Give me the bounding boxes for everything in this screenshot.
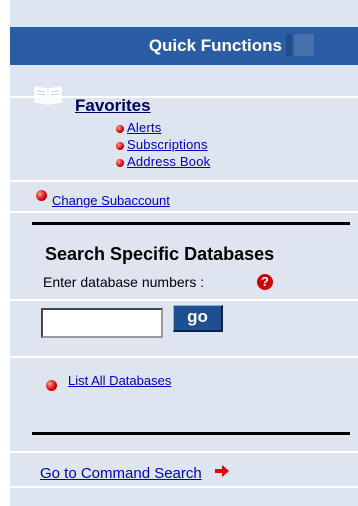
panel-top-strip (10, 0, 358, 26)
favorites-link[interactable]: Favorites (75, 96, 151, 116)
quick-functions-header: Quick Functions (10, 27, 358, 65)
section-divider (10, 211, 358, 213)
section-divider (10, 299, 358, 301)
red-bullet-icon (116, 125, 124, 133)
header-title: Quick Functions (148, 36, 282, 55)
subscriptions-link[interactable]: Subscriptions (127, 137, 208, 152)
question-mark-icon[interactable]: ? (257, 274, 273, 290)
red-arrow-right-icon (215, 465, 229, 477)
address-book-link[interactable]: Address Book (127, 154, 210, 169)
red-bullet-icon (46, 380, 57, 391)
red-bullet-icon (36, 190, 47, 201)
list-all-databases-link[interactable]: List All Databases (68, 373, 171, 388)
section-divider (10, 451, 358, 453)
change-subaccount-link[interactable]: Change Subaccount (52, 193, 170, 208)
red-bullet-icon (116, 159, 124, 167)
header-divider (286, 34, 292, 56)
search-databases-heading: Search Specific Databases (45, 244, 275, 264)
open-book-icon (34, 86, 62, 105)
header-square-icon (294, 34, 314, 56)
section-divider (10, 96, 358, 98)
database-numbers-input[interactable] (41, 308, 163, 338)
section-divider (10, 356, 358, 358)
quick-functions-panel: Quick Functions Favorites Alerts Subscri… (10, 0, 358, 506)
section-rule (32, 222, 350, 225)
command-search-link[interactable]: Go to Command Search (40, 465, 202, 482)
section-divider (10, 180, 358, 182)
database-numbers-label: Enter database numbers : (43, 274, 205, 290)
go-button[interactable]: go (173, 305, 223, 332)
section-divider (10, 486, 358, 488)
red-bullet-icon (116, 142, 124, 150)
alerts-link[interactable]: Alerts (127, 120, 161, 135)
section-rule (32, 432, 350, 435)
